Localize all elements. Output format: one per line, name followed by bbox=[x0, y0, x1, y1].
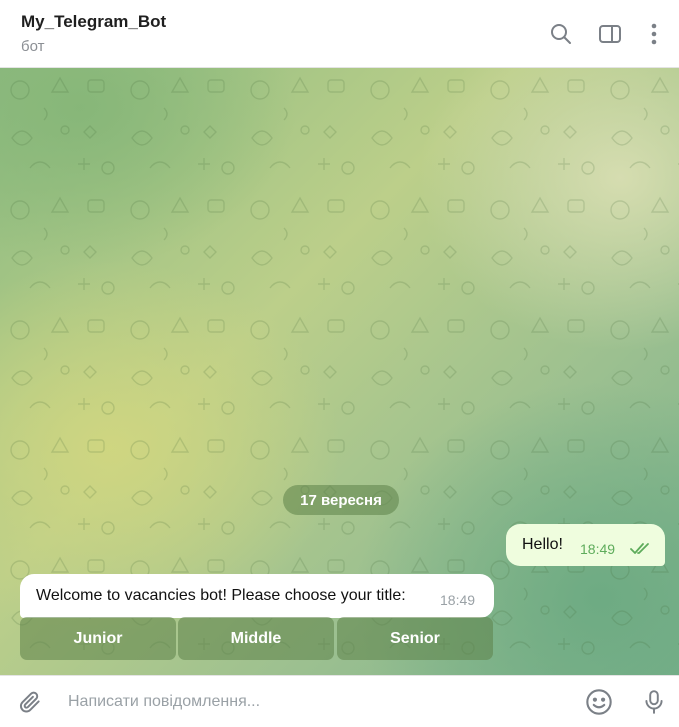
chat-header: My_Telegram_Bot бот bbox=[0, 0, 679, 68]
outgoing-message[interactable]: Hello! 18:49 bbox=[506, 524, 665, 566]
message-text: Welcome to vacancies bot! Please choose … bbox=[36, 587, 406, 604]
keyboard-button-senior[interactable]: Senior bbox=[337, 617, 493, 660]
message-input[interactable] bbox=[66, 687, 550, 717]
message-time: 18:49 bbox=[440, 592, 476, 608]
chat-title[interactable]: My_Telegram_Bot bbox=[21, 12, 166, 32]
message-time: 18:49 bbox=[580, 541, 616, 557]
keyboard-button-middle[interactable]: Middle bbox=[178, 617, 334, 660]
incoming-message[interactable]: Welcome to vacancies bot! Please choose … bbox=[20, 574, 494, 618]
more-vertical-icon[interactable] bbox=[640, 20, 668, 48]
date-separator: 17 вересня bbox=[283, 485, 399, 515]
read-checkmarks-icon bbox=[630, 542, 652, 561]
message-composer bbox=[0, 675, 679, 727]
attach-icon[interactable] bbox=[14, 686, 46, 718]
keyboard-button-junior[interactable]: Junior bbox=[20, 617, 176, 660]
emoji-icon[interactable] bbox=[583, 686, 615, 718]
chat-status: бот bbox=[21, 38, 45, 55]
sidebar-panel-icon[interactable] bbox=[596, 20, 624, 48]
message-text: Hello! bbox=[522, 536, 563, 553]
microphone-icon[interactable] bbox=[638, 686, 670, 718]
chat-area[interactable]: 17 вересня Hello! 18:49 Welcome to vacan… bbox=[0, 68, 679, 675]
search-icon[interactable] bbox=[547, 20, 575, 48]
